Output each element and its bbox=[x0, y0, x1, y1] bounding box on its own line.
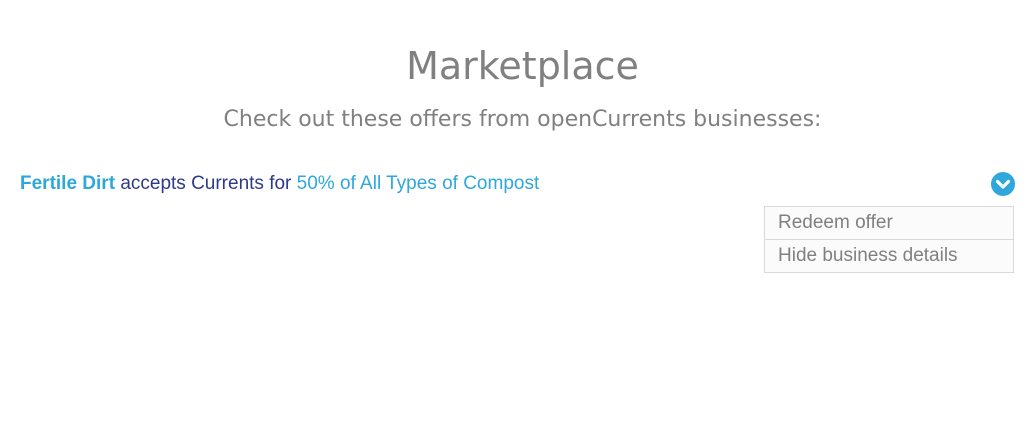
chevron-down-circle-icon[interactable] bbox=[991, 172, 1015, 196]
offer-item-link[interactable]: 50% of All Types of Compost bbox=[297, 173, 540, 194]
business-name-link[interactable]: Fertile Dirt bbox=[20, 173, 115, 194]
offer-connector-text: accepts Currents for bbox=[120, 173, 292, 194]
offer-actions-menu: Redeem offer Hide business details bbox=[764, 206, 1014, 273]
hide-business-details-menu-item[interactable]: Hide business details bbox=[765, 239, 1013, 272]
offer-row: Fertile Dirt accepts Currents for 50% of… bbox=[20, 172, 539, 196]
page-subtitle: Check out these offers from openCurrents… bbox=[223, 107, 822, 132]
redeem-offer-menu-item[interactable]: Redeem offer bbox=[765, 207, 1013, 239]
page-title: Marketplace bbox=[406, 44, 639, 88]
